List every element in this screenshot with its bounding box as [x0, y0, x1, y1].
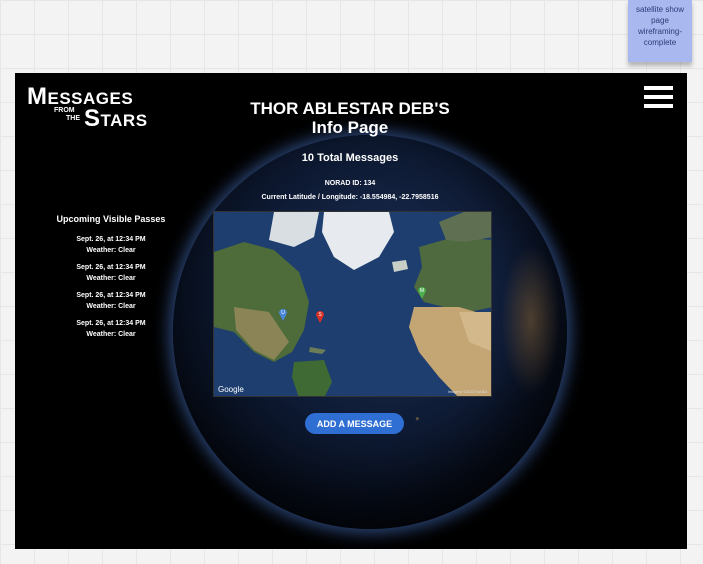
map-pin-s-icon[interactable]: S — [315, 309, 325, 323]
pass-date: Sept. 26, at 12:34 PM — [76, 236, 146, 243]
svg-text:U: U — [281, 310, 285, 316]
pass-date: Sept. 26, at 12:34 PM — [76, 292, 146, 299]
map-pin-u-icon[interactable]: U — [278, 307, 288, 321]
sticky-note-text: satellite show page wireframing-complete — [635, 5, 685, 47]
current-coordinates: Current Latitude / Longitude: -18.554984… — [261, 194, 439, 201]
pass-item: Sept. 26, at 12:34 PM Weather: Clear — [43, 262, 179, 284]
sticky-note: satellite show page wireframing-complete — [628, 0, 692, 62]
pass-item: Sept. 26, at 12:34 PM Weather: Clear — [43, 318, 179, 340]
map-terrain — [214, 212, 491, 396]
logo-line-stars: STARS — [84, 105, 148, 132]
passes-heading: Upcoming Visible Passes — [56, 214, 166, 224]
pass-date: Sept. 26, at 12:34 PM — [76, 320, 146, 327]
logo-line-from-the: FROM THE — [54, 107, 80, 122]
logo[interactable]: MESSAGES FROM THE STARS — [27, 83, 157, 132]
page-title: THOR ABLESTAR DEB'S Info Page — [205, 99, 495, 137]
map-pin-m-icon[interactable]: M — [417, 285, 427, 299]
pass-weather: Weather: Clear — [86, 247, 136, 254]
page-subtitle: Info Page — [311, 118, 389, 137]
imagery-attribution: Imagery ©2022 NASA — [447, 389, 487, 394]
pass-weather: Weather: Clear — [86, 331, 136, 338]
world-map[interactable]: U S M Google Imagery ©2022 NASA — [213, 211, 492, 397]
hamburger-menu-icon[interactable] — [644, 86, 673, 108]
pass-item: Sept. 26, at 12:34 PM Weather: Clear — [43, 290, 179, 312]
total-messages: 10 Total Messages — [301, 152, 399, 164]
pass-date: Sept. 26, at 12:34 PM — [76, 264, 146, 271]
app-frame: MESSAGES FROM THE STARS THOR ABLESTAR DEB… — [15, 73, 687, 549]
google-logo: Google — [218, 385, 244, 394]
satellite-name: THOR ABLESTAR DEB'S — [250, 99, 450, 118]
norad-id: NORAD ID: 134 — [324, 180, 376, 187]
pass-weather: Weather: Clear — [86, 275, 136, 282]
upcoming-passes: Upcoming Visible Passes Sept. 26, at 12:… — [43, 214, 179, 346]
pass-item: Sept. 26, at 12:34 PM Weather: Clear — [43, 234, 179, 256]
pass-weather: Weather: Clear — [86, 303, 136, 310]
svg-text:M: M — [420, 288, 424, 294]
add-message-button[interactable]: ADD A MESSAGE — [305, 413, 404, 434]
